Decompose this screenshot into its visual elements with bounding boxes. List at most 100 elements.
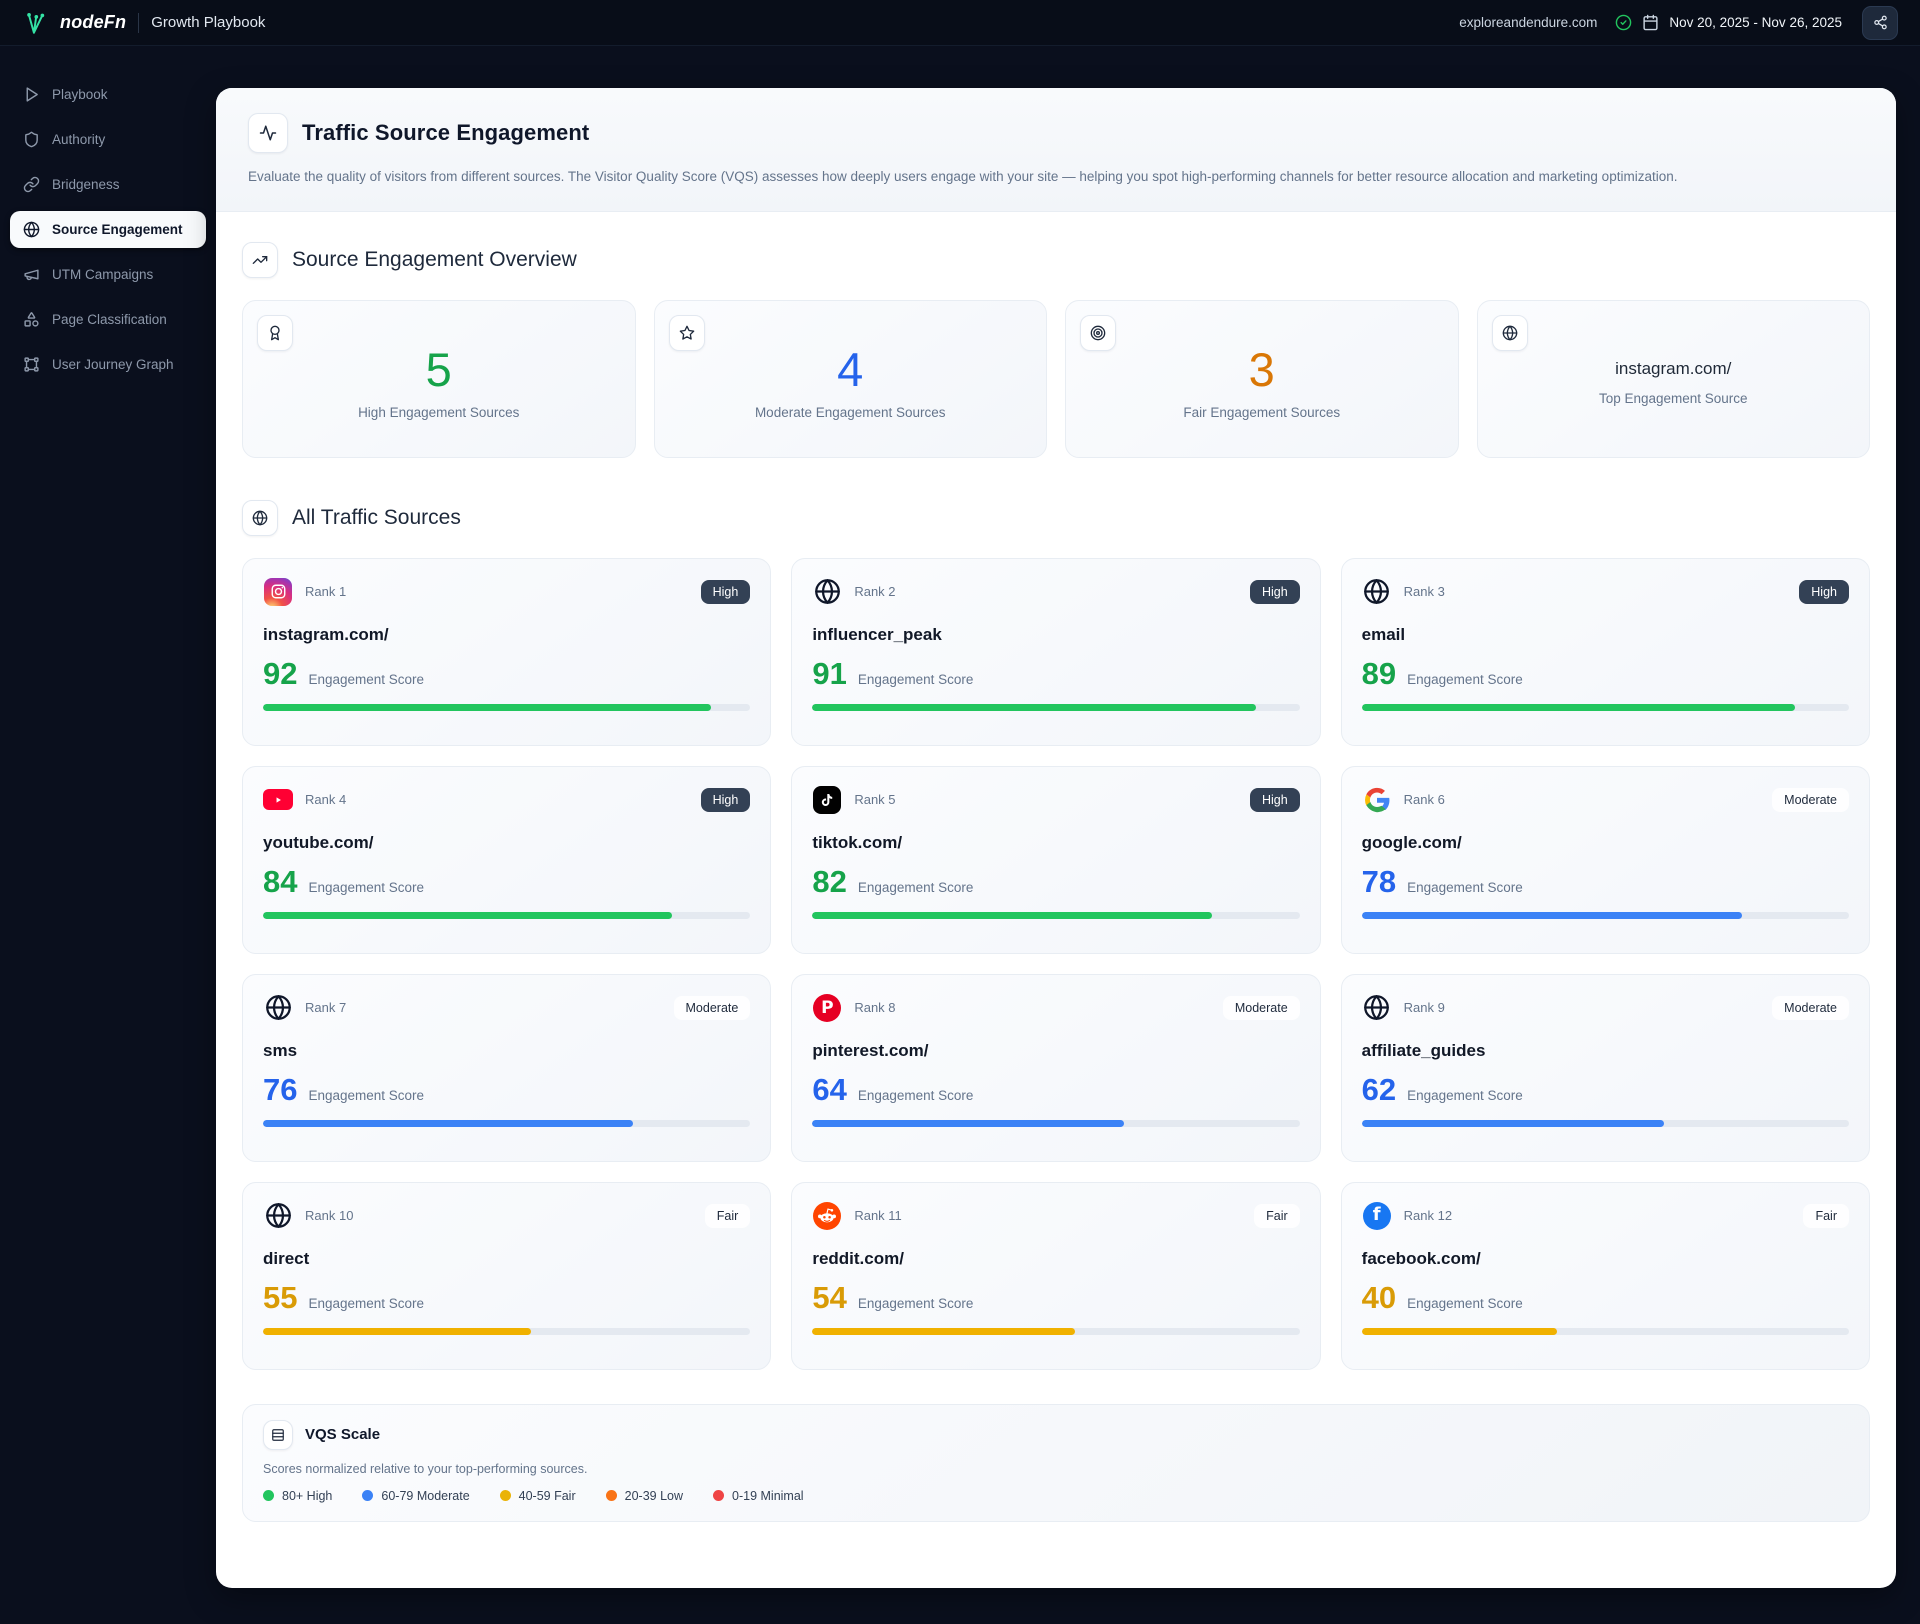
topbar: nodeFn Growth Playbook exploreandendure.… [0,0,1920,46]
engagement-score-label: Engagement Score [308,1295,425,1311]
source-card: Rank 3 High email 89 Engagement Score [1340,557,1870,746]
sidebar-item-user-journey-graph[interactable]: User Journey Graph [10,346,206,383]
tier-badge: High [1799,579,1849,604]
link-icon [23,176,40,193]
engagement-score-value: 78 [1361,863,1397,899]
source-card: Rank 4 High youtube.com/84 Engagement Score [242,765,772,954]
engagement-score-label: Engagement Score [1407,1087,1523,1103]
engagement-score-label: Engagement Score [857,1087,974,1103]
globe-icon [23,221,40,238]
source-rank: Rank 11 [854,1208,902,1224]
sidebar: Playbook Authority Bridgeness Source Engage… [0,46,216,1624]
legend-item: 40-59 Fair [499,1488,576,1503]
award-icon [257,314,293,351]
legend-label: 0-19 Minimal [732,1488,804,1503]
calendar-icon [1642,14,1659,31]
nodefn-logo-icon [22,10,48,36]
overview-label: Moderate Engagement Sources [754,404,946,420]
source-name: direct [263,1248,310,1268]
sidebar-item-utm-campaigns[interactable]: UTM Campaigns [10,256,206,293]
source-name: instagram.com/ [263,624,389,644]
page-description: Evaluate the quality of visitors from di… [248,169,1678,184]
play-icon [23,86,40,103]
engagement-score-label: Engagement Score [308,671,425,687]
activity-icon [248,113,288,153]
sidebar-item-authority[interactable]: Authority [10,121,206,158]
legend-label: 40-59 Fair [518,1488,576,1503]
brand-name: nodeFn [60,12,127,32]
tier-badge: Moderate [1772,787,1849,812]
score-progress-track [263,911,751,919]
globe-icon [242,499,278,536]
source-rank: Rank 10 [305,1208,354,1224]
score-progress-fill [812,911,1212,919]
score-progress-track [812,703,1300,711]
source-rank: Rank 7 [305,1000,347,1016]
overview-card: 4 Moderate Engagement Sources [653,299,1047,458]
score-progress-fill [812,703,1256,711]
tier-badge: High [700,787,751,812]
source-card: P Rank 8 Moderate pinterest.com/64 Engagemen… [791,973,1321,1162]
legend-dot-icon [362,1490,374,1502]
source-card: Rank 7 Moderate sms 76 Engagement Score [242,973,772,1162]
page-title: Traffic Source Engagement [302,120,590,145]
source-rank: Rank 8 [854,1000,896,1016]
engagement-score-value: 82 [812,863,847,899]
engagement-score-value: 89 [1361,655,1397,691]
facebook-icon: f [1362,1201,1392,1231]
sidebar-item-label: Source Engagement [52,222,183,237]
score-progress-track [1361,911,1849,919]
legend-item: 80+ High [263,1489,332,1503]
engagement-score-label: Engagement Score [857,671,974,687]
source-name: reddit.com/ [812,1248,904,1268]
score-progress-track [812,1119,1300,1127]
source-rank: Rank 12 [1403,1208,1453,1224]
share-button[interactable] [1862,5,1898,40]
sidebar-item-playbook[interactable]: Playbook [10,76,206,113]
engagement-score-label: Engagement Score [1407,879,1523,895]
score-progress-fill [812,1119,1125,1127]
sidebar-item-source-engagement[interactable]: Source Engagement [10,211,206,248]
score-progress-track [812,1327,1300,1335]
tier-badge: Moderate [1772,995,1849,1020]
youtube-icon [263,785,293,815]
engagement-score-value: 76 [263,1071,298,1107]
source-rank: Rank 9 [1403,1000,1445,1016]
source-rank: Rank 1 [305,584,347,600]
google-icon [1362,785,1392,815]
globe-icon [812,577,842,607]
engagement-score-label: Engagement Score [1407,671,1523,687]
sidebar-item-label: Authority [52,132,106,147]
overview-label: Fair Engagement Sources [1183,404,1341,420]
source-name: email [1361,624,1406,644]
score-progress-fill [263,1327,532,1335]
source-name: pinterest.com/ [812,1040,929,1060]
source-rank: Rank 5 [854,792,896,808]
overview-label: High Engagement Sources [358,404,520,420]
sidebar-item-page-classification[interactable]: Page Classification [10,301,206,338]
site-domain: exploreandendure.com [1459,15,1598,30]
sources-section-title: All Traffic Sources [292,505,461,529]
tier-badge: High [1249,787,1300,812]
score-progress-track [1361,1327,1849,1335]
sidebar-item-bridgeness[interactable]: Bridgeness [10,166,206,203]
engagement-score-label: Engagement Score [308,1087,425,1103]
vqs-legend: 80+ High 60-79 Moderate 40-59 Fair 20-39 Lo… [263,1489,1849,1503]
score-progress-fill [1361,703,1796,711]
page-header: Traffic Source Engagement Evaluate the q… [216,88,1896,212]
instagram-icon [263,577,293,607]
score-progress-track [263,703,751,711]
source-card: Rank 9 Moderate affiliate_guides 62 Engageme… [1340,973,1870,1162]
source-card: f Rank 12 Fair facebook.com/40 Engagement Sc… [1340,1181,1870,1370]
source-name: influencer_peak [812,624,942,644]
engagement-score-label: Engagement Score [857,1295,974,1311]
trending-up-icon [242,241,278,278]
source-card: Rank 10 Fair direct 55 Engagement Score [242,1181,772,1370]
legend-item: 60-79 Moderate [362,1489,470,1503]
date-range: Nov 20, 2025 - Nov 26, 2025 [1669,15,1842,30]
engagement-score-label: Engagement Score [857,879,974,895]
legend-label: 20-39 Low [624,1488,684,1503]
engagement-score-value: 84 [263,863,298,899]
score-progress-fill [263,703,712,711]
sidebar-item-label: Playbook [52,87,108,102]
